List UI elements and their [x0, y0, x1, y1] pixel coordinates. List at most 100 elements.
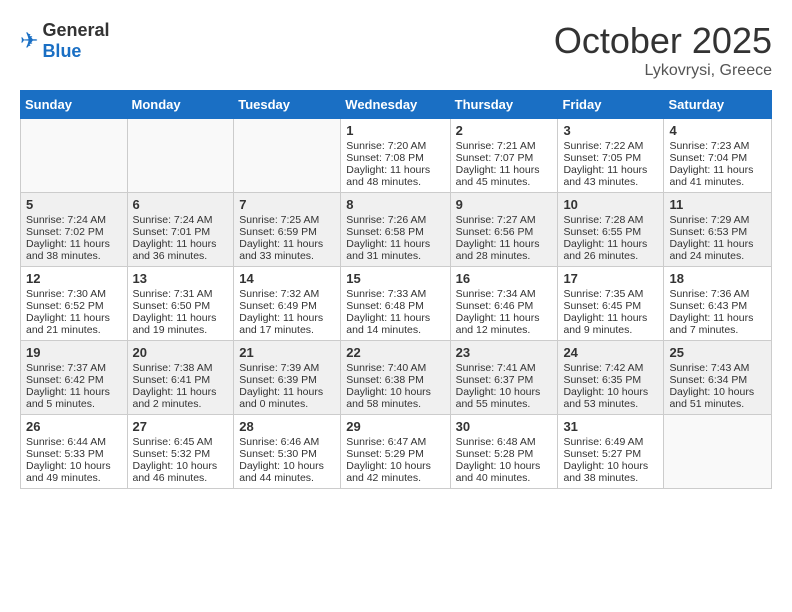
day-number: 1	[346, 123, 444, 138]
day-number: 26	[26, 419, 122, 434]
day-info-line: Daylight: 10 hours	[563, 460, 658, 472]
day-info-line: and 46 minutes.	[133, 472, 229, 484]
day-info-line: Sunset: 6:50 PM	[133, 300, 229, 312]
calendar-day-cell: 23Sunrise: 7:41 AMSunset: 6:37 PMDayligh…	[450, 341, 558, 415]
day-info-line: and 14 minutes.	[346, 324, 444, 336]
day-info-line: and 48 minutes.	[346, 176, 444, 188]
day-info-line: and 40 minutes.	[456, 472, 553, 484]
day-info-line: Sunrise: 7:30 AM	[26, 288, 122, 300]
calendar-day-cell	[21, 119, 128, 193]
day-info-line: and 33 minutes.	[239, 250, 335, 262]
day-info-line: Daylight: 11 hours	[133, 312, 229, 324]
day-info-line: and 43 minutes.	[563, 176, 658, 188]
calendar-day-cell: 26Sunrise: 6:44 AMSunset: 5:33 PMDayligh…	[21, 415, 128, 489]
day-info-line: Sunset: 5:33 PM	[26, 448, 122, 460]
day-info-line: Sunrise: 7:31 AM	[133, 288, 229, 300]
day-info-line: Daylight: 11 hours	[456, 312, 553, 324]
day-info-line: Sunrise: 7:24 AM	[26, 214, 122, 226]
day-info-line: and 53 minutes.	[563, 398, 658, 410]
day-info-line: Sunrise: 6:45 AM	[133, 436, 229, 448]
day-info-line: Sunset: 6:56 PM	[456, 226, 553, 238]
day-info-line: Sunrise: 7:28 AM	[563, 214, 658, 226]
day-info-line: Daylight: 11 hours	[239, 238, 335, 250]
calendar-day-cell: 16Sunrise: 7:34 AMSunset: 6:46 PMDayligh…	[450, 267, 558, 341]
calendar-day-cell: 21Sunrise: 7:39 AMSunset: 6:39 PMDayligh…	[234, 341, 341, 415]
day-number: 9	[456, 197, 553, 212]
day-info-line: Sunset: 6:55 PM	[563, 226, 658, 238]
day-info-line: Daylight: 11 hours	[563, 164, 658, 176]
calendar-day-cell: 2Sunrise: 7:21 AMSunset: 7:07 PMDaylight…	[450, 119, 558, 193]
calendar-day-cell: 17 Sunrise: 7:35 AMSunset: 6:45 PMDayligh…	[558, 267, 664, 341]
day-info-line: Daylight: 11 hours	[26, 312, 122, 324]
day-info-line: and 17 minutes.	[239, 324, 335, 336]
day-number: 8	[346, 197, 444, 212]
day-number: 27	[133, 419, 229, 434]
day-info-line: Sunrise: 7:35 AM	[563, 288, 658, 300]
day-info-line: Daylight: 11 hours	[456, 164, 553, 176]
day-info-line: Daylight: 10 hours	[456, 460, 553, 472]
day-info-line: Sunset: 5:32 PM	[133, 448, 229, 460]
calendar-day-cell: 24Sunrise: 7:42 AMSunset: 6:35 PMDayligh…	[558, 341, 664, 415]
day-info-line: Sunset: 6:45 PM	[563, 300, 658, 312]
day-info-line: Daylight: 11 hours	[563, 312, 658, 324]
day-info-line: and 55 minutes.	[456, 398, 553, 410]
location-subtitle: Lykovrysi, Greece	[554, 62, 772, 80]
day-info-line: Sunset: 6:43 PM	[669, 300, 766, 312]
day-info-line: and 26 minutes.	[563, 250, 658, 262]
day-number: 17	[563, 271, 658, 286]
calendar-day-header: Monday	[127, 91, 234, 119]
calendar-week-row: 26Sunrise: 6:44 AMSunset: 5:33 PMDayligh…	[21, 415, 772, 489]
day-info-line: Daylight: 10 hours	[133, 460, 229, 472]
calendar-day-cell: 20Sunrise: 7:38 AMSunset: 6:41 PMDayligh…	[127, 341, 234, 415]
day-info-line: Daylight: 11 hours	[456, 238, 553, 250]
day-info-line: Sunset: 5:27 PM	[563, 448, 658, 460]
calendar-day-header: Wednesday	[341, 91, 450, 119]
calendar-day-cell: 10Sunrise: 7:28 AMSunset: 6:55 PMDayligh…	[558, 193, 664, 267]
day-number: 14	[239, 271, 335, 286]
calendar-day-cell: 28Sunrise: 6:46 AMSunset: 5:30 PMDayligh…	[234, 415, 341, 489]
day-info-line: Daylight: 10 hours	[346, 460, 444, 472]
day-info-line: and 0 minutes.	[239, 398, 335, 410]
day-info-line: and 36 minutes.	[133, 250, 229, 262]
day-info-line: Sunset: 5:29 PM	[346, 448, 444, 460]
day-info-line: Sunset: 6:46 PM	[456, 300, 553, 312]
calendar-day-header: Sunday	[21, 91, 128, 119]
day-info-line: and 31 minutes.	[346, 250, 444, 262]
day-info-line: and 21 minutes.	[26, 324, 122, 336]
day-info-line: Daylight: 11 hours	[669, 164, 766, 176]
calendar-week-row: 5Sunrise: 7:24 AMSunset: 7:02 PMDaylight…	[21, 193, 772, 267]
day-info-line: and 9 minutes.	[563, 324, 658, 336]
day-info-line: Daylight: 11 hours	[346, 238, 444, 250]
calendar-day-cell: 6Sunrise: 7:24 AMSunset: 7:01 PMDaylight…	[127, 193, 234, 267]
calendar-day-cell: 18Sunrise: 7:36 AMSunset: 6:43 PMDayligh…	[664, 267, 772, 341]
day-info-line: Sunrise: 7:42 AM	[563, 362, 658, 374]
calendar-day-cell: 31Sunrise: 6:49 AMSunset: 5:27 PMDayligh…	[558, 415, 664, 489]
day-number: 13	[133, 271, 229, 286]
day-info-line: Sunset: 7:08 PM	[346, 152, 444, 164]
day-number: 28	[239, 419, 335, 434]
day-number: 22	[346, 345, 444, 360]
calendar-day-cell: 19Sunrise: 7:37 AMSunset: 6:42 PMDayligh…	[21, 341, 128, 415]
day-number: 30	[456, 419, 553, 434]
day-info-line: and 28 minutes.	[456, 250, 553, 262]
day-info-line: Daylight: 11 hours	[239, 312, 335, 324]
logo-icon: ✈	[20, 28, 38, 54]
day-info-line: Daylight: 11 hours	[346, 164, 444, 176]
day-info-line: Sunrise: 7:32 AM	[239, 288, 335, 300]
day-info-line: Sunset: 6:52 PM	[26, 300, 122, 312]
day-info-line: Sunset: 7:02 PM	[26, 226, 122, 238]
day-info-line: Sunrise: 7:24 AM	[133, 214, 229, 226]
day-info-line: Sunset: 6:39 PM	[239, 374, 335, 386]
calendar-day-cell: 3Sunrise: 7:22 AMSunset: 7:05 PMDaylight…	[558, 119, 664, 193]
calendar-day-cell: 30Sunrise: 6:48 AMSunset: 5:28 PMDayligh…	[450, 415, 558, 489]
day-info-line: Daylight: 11 hours	[346, 312, 444, 324]
calendar-week-row: 12Sunrise: 7:30 AMSunset: 6:52 PMDayligh…	[21, 267, 772, 341]
day-info-line: Sunrise: 6:46 AM	[239, 436, 335, 448]
calendar-day-cell: 29Sunrise: 6:47 AMSunset: 5:29 PMDayligh…	[341, 415, 450, 489]
calendar-day-cell: 22Sunrise: 7:40 AMSunset: 6:38 PMDayligh…	[341, 341, 450, 415]
day-info-line: Sunset: 6:58 PM	[346, 226, 444, 238]
calendar-day-header: Tuesday	[234, 91, 341, 119]
calendar-header-row: SundayMondayTuesdayWednesdayThursdayFrid…	[21, 91, 772, 119]
logo-general: General	[42, 20, 109, 40]
day-info-line: and 5 minutes.	[26, 398, 122, 410]
